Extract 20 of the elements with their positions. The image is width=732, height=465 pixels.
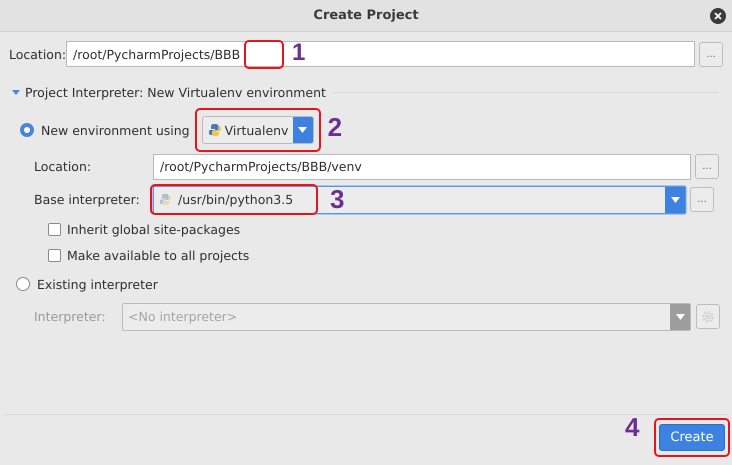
venv-location-field[interactable]: /root/PycharmProjects/BBB/venv bbox=[153, 154, 691, 180]
window-title: Create Project bbox=[313, 8, 419, 23]
step-number: 1 bbox=[292, 39, 306, 67]
base-interpreter-label: Base interpreter: bbox=[34, 192, 141, 207]
browse-button[interactable]: ... bbox=[690, 187, 714, 212]
radio-label: New environment using bbox=[41, 122, 190, 138]
checkbox-label: Make available to all projects bbox=[67, 248, 250, 262]
interpreter-label: Interpreter: bbox=[34, 309, 107, 324]
browse-button[interactable]: ... bbox=[699, 42, 723, 66]
radio-label: Existing interpreter bbox=[37, 276, 158, 292]
browse-button[interactable]: ... bbox=[695, 154, 719, 179]
step-number: 3 bbox=[330, 184, 344, 214]
checkbox-label: Inherit global site-packages bbox=[67, 222, 240, 236]
create-button[interactable]: Create bbox=[659, 424, 725, 451]
environment-dropdown[interactable]: Virtualenv bbox=[202, 116, 314, 144]
step-number: 2 bbox=[328, 112, 342, 143]
section-title: Project Interpreter: New Virtualenv environment bbox=[25, 84, 326, 100]
location-label: Location: bbox=[9, 46, 66, 62]
step-number: 4 bbox=[625, 412, 640, 443]
venv-location-label: Location: bbox=[34, 159, 92, 174]
